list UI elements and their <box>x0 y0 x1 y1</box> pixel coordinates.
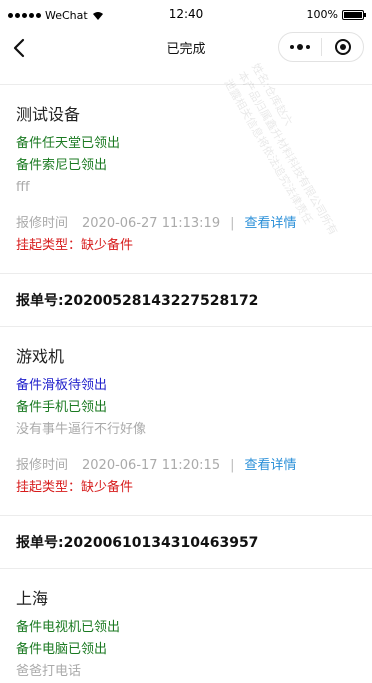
status-bar: WeChat 12:40 100% <box>0 0 372 28</box>
status-right: 100% <box>306 8 366 21</box>
separator: | <box>230 216 235 231</box>
order-number: 报单号:20200610134310463957 <box>16 535 259 551</box>
device-name: 测试设备 <box>16 105 81 124</box>
part-status: 备件电视机已领出 <box>16 620 121 635</box>
part-status: 备件滑板待领出 <box>16 378 108 393</box>
order-card: 报单号:20200528143227528172 <box>0 274 372 326</box>
more-dot-icon <box>290 45 294 49</box>
battery-fill <box>344 11 362 18</box>
nav-bar: 已完成 <box>0 28 372 68</box>
device-name: 游戏机 <box>16 347 65 366</box>
mini-program-capsule <box>278 32 364 62</box>
repair-label: 报修时间 <box>16 216 69 231</box>
more-menu-button[interactable] <box>279 33 321 61</box>
order-card-body: 上海 备件电视机已领出 备件电脑已领出 爸爸打电话 <box>0 569 372 683</box>
repair-row: 报修时间 2020-06-17 11:20:15 | 查看详情 <box>16 455 356 477</box>
device-name: 上海 <box>16 589 49 608</box>
more-dot-icon <box>297 44 303 50</box>
repair-time: 2020-06-17 11:20:15 <box>82 458 221 473</box>
repair-label: 报修时间 <box>16 458 69 473</box>
part-status: 备件手机已领出 <box>16 400 108 415</box>
order-card: 报单号:20200610134310463957 <box>0 516 372 568</box>
separator: | <box>230 458 235 473</box>
battery-percent: 100% <box>306 8 338 21</box>
close-mini-program-button[interactable] <box>322 39 363 55</box>
view-details-link[interactable]: 查看详情 <box>244 455 296 477</box>
view-details-link[interactable]: 查看详情 <box>244 213 296 235</box>
part-status: 备件任天堂已领出 <box>16 136 121 151</box>
more-dot-icon <box>306 45 310 49</box>
repair-time: 2020-06-27 11:13:19 <box>82 216 221 231</box>
order-card-body: 游戏机 备件滑板待领出 备件手机已领出 没有事牛逼行不行好像 报修时间 2020… <box>0 327 372 515</box>
target-icon <box>334 39 351 55</box>
order-card: 测试设备 备件任天堂已领出 备件索尼已领出 fff 报修时间 2020-06-2… <box>0 85 372 273</box>
fault-note: fff <box>16 180 30 195</box>
part-status: 备件电脑已领出 <box>16 642 108 657</box>
part-status: 备件索尼已领出 <box>16 158 108 173</box>
fault-note: 没有事牛逼行不行好像 <box>16 422 147 437</box>
order-number: 报单号:20200528143227528172 <box>16 293 259 309</box>
battery-icon <box>342 9 366 20</box>
suspend-type: 挂起类型：缺少备件 <box>16 238 134 253</box>
suspend-type: 挂起类型：缺少备件 <box>16 480 134 495</box>
repair-row: 报修时间 2020-06-27 11:13:19 | 查看详情 <box>16 213 356 235</box>
fault-note: 爸爸打电话 <box>16 664 82 679</box>
